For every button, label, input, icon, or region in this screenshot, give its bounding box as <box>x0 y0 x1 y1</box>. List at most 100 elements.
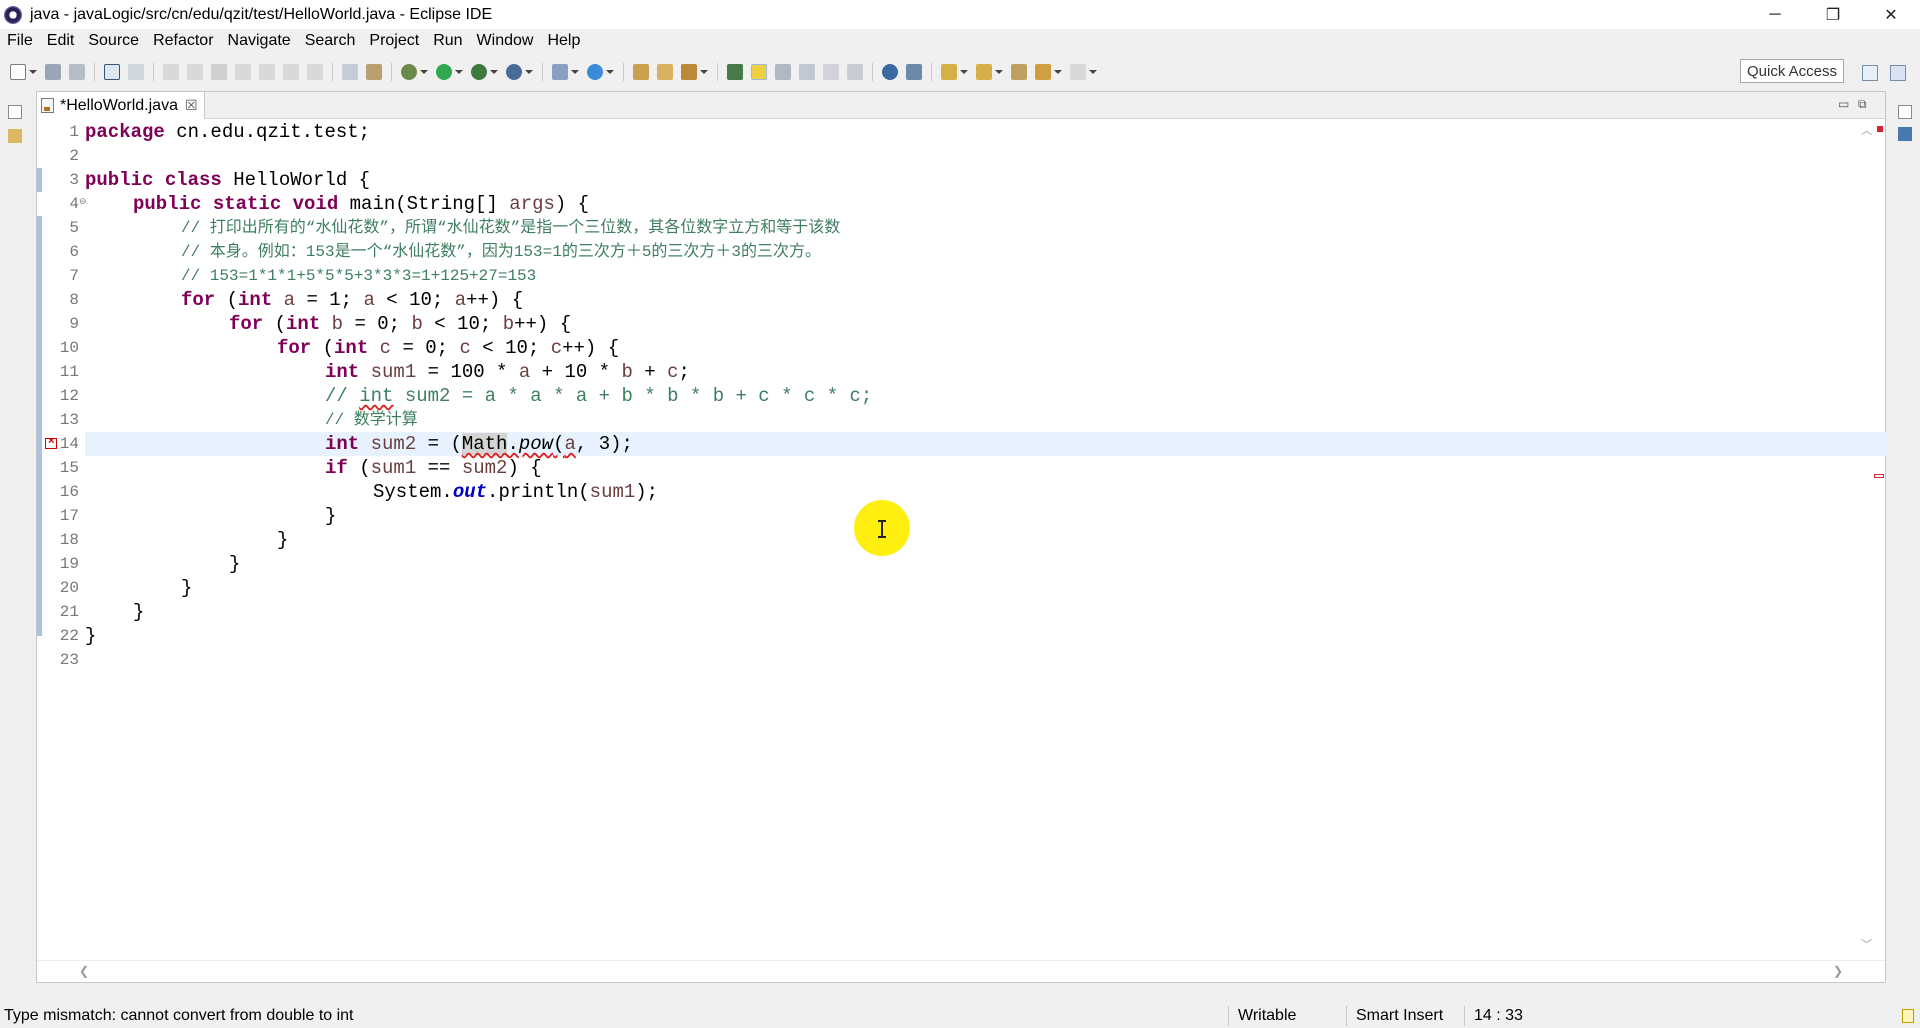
new-class-dropdown-icon[interactable] <box>606 70 614 74</box>
open-perspective-icon[interactable] <box>1862 65 1878 81</box>
line-number: 21 <box>59 603 79 621</box>
forward-icon <box>1070 64 1086 80</box>
status-insert-mode[interactable]: Smart Insert <box>1356 1007 1443 1025</box>
overview-ruler[interactable] <box>1873 120 1885 960</box>
save-all-icon[interactable] <box>69 64 85 80</box>
java-file-icon <box>41 98 54 113</box>
toggle-word-wrap-icon[interactable] <box>775 64 791 80</box>
menu-project[interactable]: Project <box>362 32 426 50</box>
toolbar-separator <box>94 63 95 81</box>
menu-search[interactable]: Search <box>298 32 363 50</box>
menu-edit[interactable]: Edit <box>40 32 82 50</box>
code-line-1: package cn.edu.qzit.test; <box>85 121 371 143</box>
code-line-4: public static void main(String[] args) { <box>133 193 590 215</box>
minimize-editor-icon[interactable]: ▭ <box>1838 97 1849 111</box>
next-annotation-dropdown-icon[interactable] <box>960 70 968 74</box>
line-number: 19 <box>59 555 79 573</box>
external-run-icon[interactable] <box>506 64 522 80</box>
scroll-right-icon[interactable]: ❯ <box>1833 964 1843 978</box>
menu-refactor[interactable]: Refactor <box>146 32 220 50</box>
notifications-icon[interactable] <box>1902 1009 1914 1023</box>
search-dropdown-icon[interactable] <box>700 70 708 74</box>
terminal-icon[interactable] <box>104 64 120 80</box>
open-resource-icon[interactable] <box>657 64 673 80</box>
line-number: 10 <box>59 339 79 357</box>
run-dropdown-icon[interactable] <box>455 70 463 74</box>
scroll-up-icon[interactable]: ︿ <box>1861 122 1872 138</box>
toggle-ant-editor-icon[interactable] <box>727 64 743 80</box>
toggle-mark-occurrences-icon[interactable] <box>751 64 767 80</box>
back-icon[interactable] <box>1035 64 1051 80</box>
status-writable: Writable <box>1238 1007 1297 1024</box>
menu-help[interactable]: Help <box>540 32 587 50</box>
code-lines[interactable]: package cn.edu.qzit.test; public class H… <box>85 120 1887 960</box>
new-java-project-icon[interactable] <box>552 64 568 80</box>
close-button[interactable]: ✕ <box>1862 0 1920 29</box>
editor-tab-helloworld[interactable]: *HelloWorld.java ☒ <box>37 92 205 119</box>
java-perspective-icon[interactable] <box>1890 65 1906 81</box>
outline-view-icon[interactable] <box>1898 127 1912 141</box>
toolbar-separator <box>931 63 932 81</box>
status-cursor-position[interactable]: 14 : 33 <box>1474 1007 1523 1025</box>
menu-file[interactable]: File <box>0 32 40 50</box>
restore-button[interactable]: ❐ <box>1804 0 1862 29</box>
debug-icon[interactable] <box>401 64 417 80</box>
scroll-left-icon[interactable]: ❮ <box>79 964 89 978</box>
close-tab-icon[interactable]: ☒ <box>185 97 198 114</box>
package-explorer-icon[interactable] <box>8 129 22 143</box>
minimize-button[interactable]: ─ <box>1746 0 1804 29</box>
new-java-dropdown-icon[interactable] <box>571 70 579 74</box>
run-icon[interactable] <box>436 64 452 80</box>
menu-source[interactable]: Source <box>81 32 146 50</box>
code-line-20: } <box>181 577 193 599</box>
eclipse-icon <box>4 5 22 24</box>
line-number: 16 <box>59 483 79 501</box>
save-icon[interactable] <box>45 64 61 80</box>
window-controls: ─ ❐ ✕ <box>1746 0 1920 29</box>
menu-navigate[interactable]: Navigate <box>221 32 298 50</box>
coverage-icon[interactable] <box>471 64 487 80</box>
search-icon[interactable] <box>681 64 697 80</box>
status-separator <box>1228 1006 1229 1026</box>
error-overview-marker[interactable] <box>1874 474 1884 478</box>
menu-run[interactable]: Run <box>426 32 469 50</box>
debug-dropdown-icon[interactable] <box>420 70 428 74</box>
new-icon[interactable] <box>10 64 26 80</box>
code-area[interactable]: 1 2 3 4 ⊖ 5 6 7 8 9 10 11 12 13 14 15 16… <box>37 120 1887 960</box>
open-type-icon[interactable] <box>633 64 649 80</box>
restore-view-icon[interactable] <box>1898 105 1912 119</box>
java-editor: *HelloWorld.java ☒ ▭ ⧉ 1 2 3 4 ⊖ 5 6 7 8… <box>36 91 1887 983</box>
line-number: 23 <box>59 651 79 669</box>
toggle-breakpoint-icon[interactable] <box>342 64 358 80</box>
maximize-editor-icon[interactable]: ⧉ <box>1858 97 1867 112</box>
quick-access-field[interactable]: Quick Access <box>1740 59 1844 83</box>
external-tools-icon[interactable] <box>366 64 382 80</box>
code-line-3: public class HelloWorld { <box>85 169 371 191</box>
last-edit-location-icon[interactable] <box>1011 64 1027 80</box>
block-selection-icon[interactable] <box>799 64 815 80</box>
code-line-13: // 数学计算 <box>325 411 418 429</box>
new-dropdown-icon[interactable] <box>29 70 37 74</box>
new-class-icon[interactable] <box>587 64 603 80</box>
line-number: 12 <box>59 387 79 405</box>
open-task-icon[interactable] <box>906 64 922 80</box>
line-number: 1 <box>69 123 79 141</box>
tab-label: *HelloWorld.java <box>60 96 178 114</box>
pilcrow-icon[interactable] <box>847 64 863 80</box>
error-summary-icon[interactable] <box>1877 126 1883 132</box>
previous-annotation-dropdown-icon[interactable] <box>995 70 1003 74</box>
toolbar-separator <box>872 63 873 81</box>
menu-window[interactable]: Window <box>470 32 541 50</box>
restore-view-icon[interactable] <box>8 105 22 119</box>
globe-icon[interactable] <box>882 64 898 80</box>
line-number: 7 <box>69 267 79 285</box>
skip-breakpoints-icon[interactable] <box>128 64 144 80</box>
back-dropdown-icon[interactable] <box>1054 70 1062 74</box>
horizontal-scrollbar[interactable]: ❮ ❯ <box>37 960 1885 982</box>
scroll-down-icon[interactable]: ﹀ <box>1861 936 1872 952</box>
coverage-dropdown-icon[interactable] <box>490 70 498 74</box>
show-whitespace-icon[interactable] <box>823 64 839 80</box>
external-run-dropdown-icon[interactable] <box>525 70 533 74</box>
next-annotation-icon[interactable] <box>941 64 957 80</box>
previous-annotation-icon[interactable] <box>976 64 992 80</box>
